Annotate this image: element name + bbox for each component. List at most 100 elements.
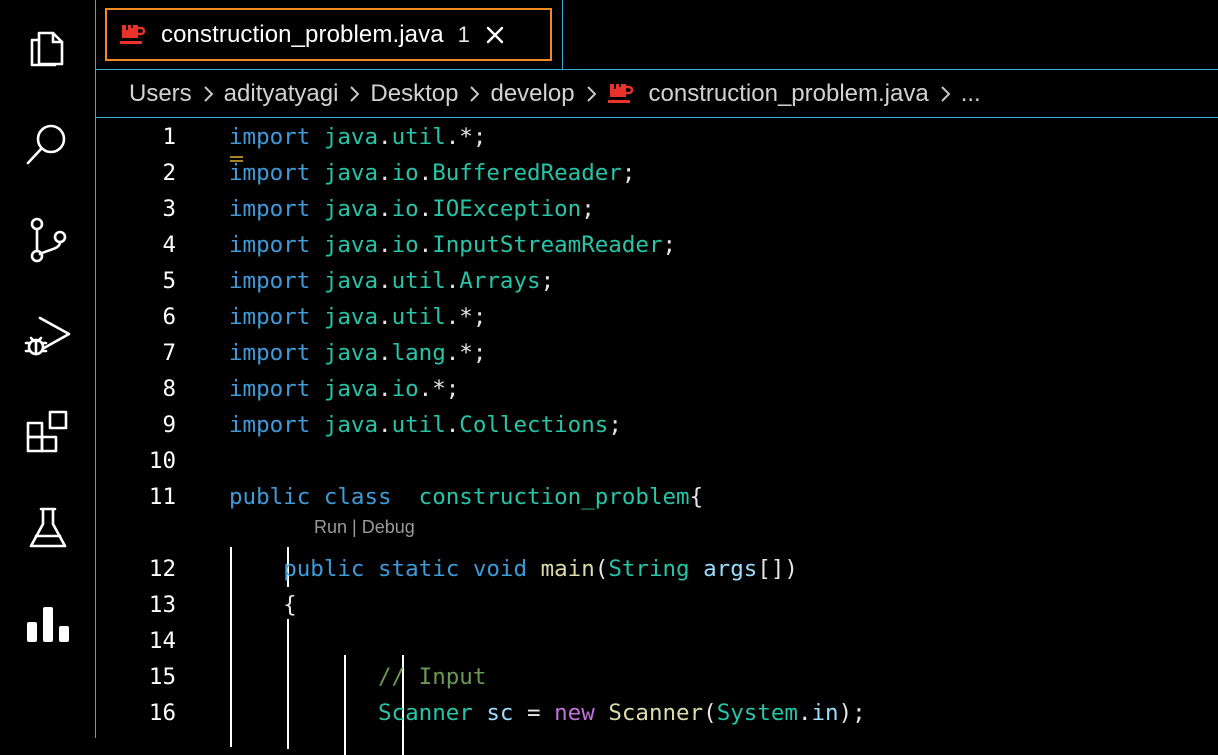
code-text: import java.util.*;	[229, 119, 486, 155]
line-number: 5	[162, 268, 176, 294]
code-token: .*;	[445, 124, 487, 150]
code-line[interactable]: 10	[96, 443, 1218, 479]
chevron-right-icon	[584, 84, 598, 104]
code-line[interactable]: 5 import java.util.Arrays;	[96, 263, 1218, 299]
breadcrumb-item-file[interactable]: construction_problem.java	[649, 80, 929, 108]
code-token: java	[323, 304, 379, 330]
line-number: 2	[162, 160, 176, 186]
activity-bar	[0, 0, 96, 738]
code-token: .	[378, 160, 392, 186]
breadcrumb-item-users[interactable]: Users	[129, 80, 192, 108]
code-token: util	[391, 124, 446, 150]
breadcrumb-item-develop[interactable]: develop	[490, 80, 574, 108]
code-line[interactable]: 1 import java.util.*;	[96, 119, 1218, 155]
code-token: .	[445, 268, 460, 294]
code-line[interactable]: 11 public class construction_problem{	[96, 479, 1218, 515]
code-token: Arrays	[459, 268, 541, 294]
line-number: 4	[162, 232, 176, 258]
code-text: // Input	[229, 659, 486, 695]
line-number: 1	[162, 124, 176, 150]
line-number: 14	[148, 628, 176, 654]
source-control-icon[interactable]	[22, 214, 74, 266]
code-token: public	[283, 556, 365, 582]
code-line[interactable]: 3 import java.io.IOException;	[96, 191, 1218, 227]
code-token: InputStreamReader	[432, 232, 663, 258]
code-token: IOException	[432, 196, 582, 222]
run-debug-icon[interactable]	[22, 310, 74, 362]
code-line[interactable]: 2 import java.io.BufferedReader;	[96, 155, 1218, 191]
stats-icon[interactable]	[22, 598, 74, 650]
breadcrumb-item-desktop[interactable]: Desktop	[370, 80, 458, 108]
line-number: 16	[148, 700, 176, 726]
chevron-right-icon	[201, 84, 215, 104]
code-token: .	[378, 268, 392, 294]
code-line[interactable]: 16 Scanner sc = new Scanner(System.in);	[96, 695, 1218, 731]
code-token: .	[445, 412, 460, 438]
java-icon	[607, 83, 633, 103]
codelens-run-debug[interactable]: Run | Debug	[314, 517, 415, 538]
code-token: ;	[540, 268, 555, 294]
line-number: 7	[162, 340, 176, 366]
code-text: import java.lang.*;	[229, 335, 486, 371]
breadcrumb-item-symbols[interactable]: ...	[961, 80, 981, 108]
code-line[interactable]: 12 public static void main(String args[]…	[96, 551, 1218, 587]
code-line[interactable]: 9 import java.util.Collections;	[96, 407, 1218, 443]
code-token: BufferedReader	[432, 160, 622, 186]
line-number: 10	[148, 448, 176, 474]
search-icon[interactable]	[22, 118, 74, 170]
code-text: import java.io.IOException;	[229, 191, 595, 227]
code-line[interactable]: 4 import java.io.InputStreamReader;	[96, 227, 1218, 263]
code-token: String	[608, 556, 690, 582]
code-token: import	[229, 124, 311, 150]
code-token: Scanner	[378, 700, 473, 726]
code-text: import java.util.*;	[229, 299, 486, 335]
code-token: {	[689, 484, 704, 510]
code-token: lang	[391, 340, 446, 366]
code-token: .	[418, 160, 433, 186]
breadcrumb-item-user[interactable]: adityatyagi	[224, 80, 339, 108]
code-token: .	[378, 412, 392, 438]
code-text: import java.util.Arrays;	[229, 263, 554, 299]
code-token: import	[229, 376, 311, 402]
code-token: static	[378, 556, 460, 582]
line-number: 13	[148, 592, 176, 618]
code-line[interactable]: 14	[96, 623, 1218, 659]
code-token: io	[391, 196, 419, 222]
code-line[interactable]: 7 import java.lang.*;	[96, 335, 1218, 371]
code-token: java	[323, 268, 379, 294]
extensions-icon[interactable]	[22, 406, 74, 458]
code-token: .	[418, 196, 433, 222]
code-token: .*;	[418, 376, 460, 402]
code-editor[interactable]: Run | Debug 1 import java.util.*; 2 import …	[96, 119, 1218, 755]
problem-count-badge: 1	[457, 21, 470, 47]
code-text: public class construction_problem{	[229, 479, 703, 515]
code-token: import	[229, 304, 311, 330]
code-token: );	[838, 700, 866, 726]
code-token: class	[323, 484, 392, 510]
code-line[interactable]: 8 import java.io.*;	[96, 371, 1218, 407]
code-line[interactable]: 6 import java.util.*;	[96, 299, 1218, 335]
testing-icon[interactable]	[22, 502, 74, 554]
code-token: (	[594, 556, 609, 582]
code-line[interactable]: 15 // Input	[96, 659, 1218, 695]
tab-construction-problem[interactable]: construction_problem.java 1	[105, 8, 552, 61]
code-line[interactable]: 13 {	[96, 587, 1218, 623]
code-token: ;	[581, 196, 595, 222]
code-token: .*;	[445, 304, 487, 330]
code-token: sc	[486, 700, 514, 726]
explorer-icon[interactable]	[22, 22, 74, 74]
code-token: .	[378, 304, 392, 330]
code-token: import	[229, 412, 311, 438]
close-icon[interactable]	[484, 24, 506, 46]
code-text: Scanner sc = new Scanner(System.in);	[229, 695, 866, 731]
